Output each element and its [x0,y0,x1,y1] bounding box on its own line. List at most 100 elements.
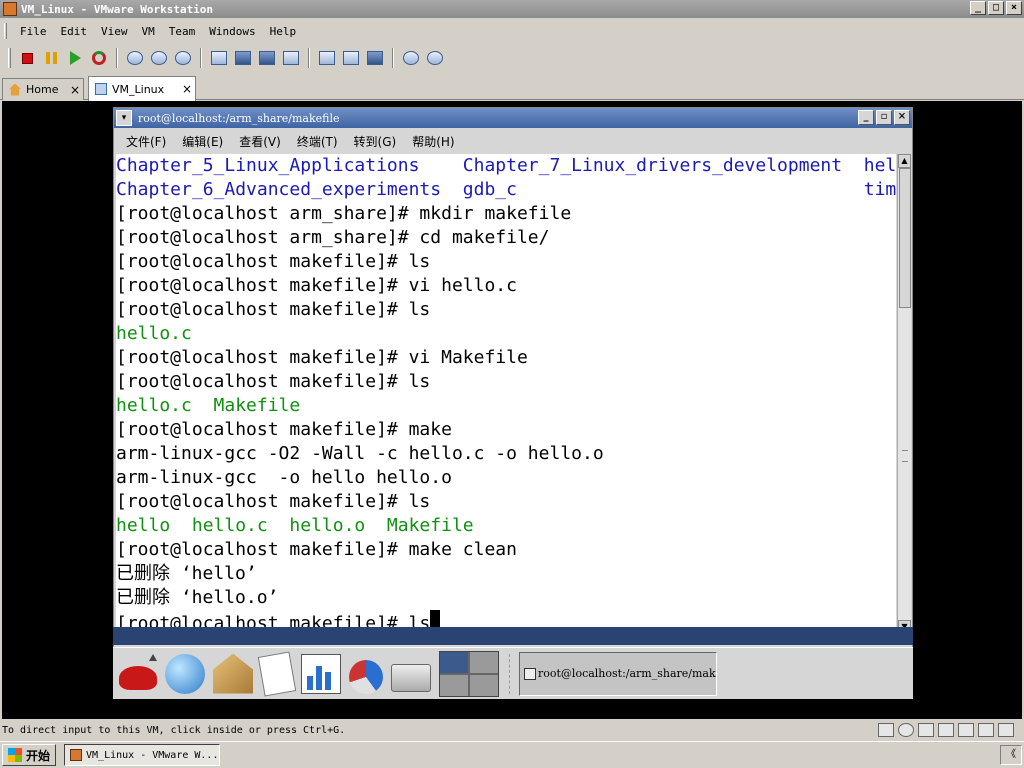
menu-windows[interactable]: Windows [202,25,262,38]
guest-menu-terminal[interactable]: 终端(T) [289,133,346,150]
workspace-1[interactable] [440,651,468,673]
toolbar-separator [392,48,394,68]
terminal-line-text: arm-linux-gcc -O2 -Wall -c hello.c -o he… [116,443,604,464]
summary-view-button[interactable] [280,47,302,69]
toolbar-grip[interactable] [8,48,11,68]
terminal-line: [root@localhost makefile]# ls [116,250,896,274]
terminal-line: [root@localhost makefile]# ls [116,490,896,514]
record-button[interactable] [400,47,422,69]
terminal-line-text: Chapter_5_Linux_Applications Chapter_7_L… [116,155,896,176]
quick-switch-button[interactable] [208,47,230,69]
message-icon[interactable] [998,723,1014,737]
menu-team[interactable]: Team [162,25,203,38]
terminal-line: [root@localhost makefile]# ls [116,370,896,394]
terminal-line-text: [root@localhost makefile]# ls [116,491,431,512]
maximize-button[interactable]: □ [988,1,1004,15]
scroll-thumb[interactable] [899,168,911,308]
full-screen-button[interactable] [232,47,254,69]
tab-home[interactable]: Home × [2,78,84,100]
close-button[interactable]: × [1006,1,1022,15]
usb-icon[interactable] [958,723,974,737]
replay-icon [427,51,443,65]
console-view-button[interactable] [316,47,338,69]
appliance-view-button[interactable] [340,47,362,69]
terminal-line: [root@localhost arm_share]# cd makefile/ [116,226,896,250]
workspace-4[interactable] [470,674,498,696]
terminal-line: hello hello.c hello.o Makefile [116,514,896,538]
replay-button[interactable] [424,47,446,69]
cdrom-icon[interactable] [898,723,914,737]
guest-menu-goto[interactable]: 转到(G) [346,133,405,150]
guest-menu-file[interactable]: 文件(F) [118,133,174,150]
floppy-icon[interactable] [918,723,934,737]
email-icon[interactable] [213,653,253,694]
print-manager-icon[interactable] [391,663,431,692]
window-menu-icon[interactable]: ▾ [116,110,132,126]
guest-close-button[interactable]: × [894,110,910,125]
vmware-titlebar: VM_Linux - VMware Workstation _ □ × [0,0,1024,18]
terminal-scrollbar[interactable]: ▲ ▼ [897,154,911,634]
hard-disk-icon[interactable] [878,723,894,737]
snapshot-manager-button[interactable] [172,47,194,69]
terminal-line-text: arm-linux-gcc -o hello hello.o [116,467,452,488]
terminal-output[interactable]: Chapter_5_Linux_Applications Chapter_7_L… [116,154,896,634]
snapshot-button[interactable] [124,47,146,69]
menubar: File Edit View VM Team Windows Help [0,20,1024,42]
record-icon [403,51,419,65]
fit-guest-button[interactable] [256,47,278,69]
minimize-button[interactable]: _ [970,1,986,15]
vmware-app-icon[interactable] [3,2,17,16]
show-tabs-button[interactable] [364,47,386,69]
device-status-icons [878,723,1014,737]
calc-icon[interactable] [301,653,341,694]
menubar-grip[interactable] [4,23,7,39]
quick-switch-icon [211,51,227,65]
menu-file[interactable]: File [13,25,54,38]
workspace-3[interactable] [440,674,468,696]
impress-icon[interactable] [349,659,383,694]
network-icon[interactable] [938,723,954,737]
tab-close-icon[interactable]: × [67,83,83,97]
terminal-line-text: [root@localhost makefile]# ls [116,251,431,272]
redhat-menu-icon[interactable] [117,653,157,694]
window-controls: _ □ × [970,1,1022,15]
scroll-up-icon[interactable]: ▲ [898,154,911,168]
menu-view[interactable]: View [94,25,135,38]
guest-menu-help[interactable]: 帮助(H) [404,133,462,150]
power-on-button[interactable] [64,47,86,69]
menu-help[interactable]: Help [263,25,304,38]
web-browser-icon[interactable] [165,653,205,694]
sound-icon[interactable] [978,723,994,737]
reset-icon [92,51,106,65]
workspace-2[interactable] [470,651,498,673]
panel-separator [509,653,515,694]
writer-icon[interactable] [257,651,297,696]
tab-close-icon[interactable]: × [179,82,195,96]
resize-grip[interactable] [902,450,908,462]
tray-expand-button[interactable]: 《 [1000,745,1022,765]
vm-console[interactable]: ▾ root@localhost:/arm_share/makefile _ ▫… [2,101,1022,719]
terminal-line-text: 已删除 ‘hello.o’ [116,587,279,608]
reset-button[interactable] [88,47,110,69]
guest-window-title: root@localhost:/arm_share/makefile [138,111,340,125]
guest-minimize-button[interactable]: _ [858,110,874,125]
menu-vm[interactable]: VM [135,25,162,38]
fit-guest-icon [259,51,275,65]
pause-button[interactable] [40,47,62,69]
guest-maximize-button[interactable]: ▫ [876,110,892,125]
power-off-button[interactable] [16,47,38,69]
tab-label: Home [26,83,59,96]
guest-titlebar[interactable]: ▾ root@localhost:/arm_share/makefile _ ▫… [114,108,912,128]
terminal-line: [root@localhost makefile]# vi hello.c [116,274,896,298]
revert-snapshot-button[interactable] [148,47,170,69]
taskbar-item-vmware[interactable]: VM_Linux - VMware W... [64,744,221,766]
tab-vm-linux[interactable]: VM_Linux × [88,76,196,101]
start-button[interactable]: 开始 [2,744,57,766]
virtual-machine-icon [95,83,107,95]
guest-menu-edit[interactable]: 编辑(E) [174,133,231,150]
guest-task-button[interactable]: root@localhost:/arm_share/makefile [519,651,717,696]
guest-menu-view[interactable]: 查看(V) [231,133,289,150]
power-on-icon [69,51,81,65]
menu-edit[interactable]: Edit [54,25,95,38]
workspace-switcher[interactable] [439,650,499,697]
